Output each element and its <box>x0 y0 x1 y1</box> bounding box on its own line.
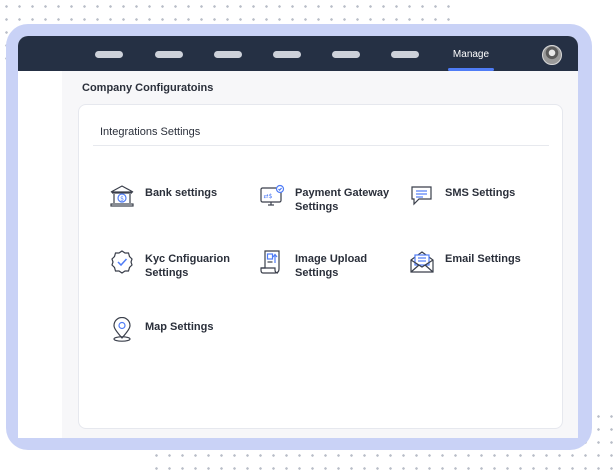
sidebar <box>18 71 62 438</box>
item-label: Email Settings <box>445 253 521 265</box>
nav-item-placeholder[interactable] <box>214 51 242 58</box>
page-title: Company Configuratoins <box>82 82 214 94</box>
active-nav-indicator <box>448 68 494 71</box>
kyc-badge-icon <box>109 249 135 275</box>
svg-text:$: $ <box>120 195 124 202</box>
sms-icon <box>409 183 435 209</box>
item-label: Image Upload Settings <box>295 253 368 279</box>
item-label: Map Settings <box>145 321 214 333</box>
nav-item-placeholder[interactable] <box>273 51 301 58</box>
app-window: Manage Company Configuratoins Integratio… <box>18 36 578 438</box>
nav-item-placeholder[interactable] <box>95 51 123 58</box>
svg-text:⇄$: ⇄$ <box>264 193 273 200</box>
nav-item-placeholder[interactable] <box>391 51 419 58</box>
item-label: Bank settings <box>145 187 218 199</box>
email-icon <box>409 249 435 275</box>
avatar[interactable] <box>542 45 562 65</box>
map-pin-icon <box>109 317 135 343</box>
nav-item-manage[interactable]: Manage <box>448 36 494 71</box>
payment-gateway-icon: ⇄$ <box>259 183 285 209</box>
divider <box>93 145 549 146</box>
item-label: Payment Gateway Settings <box>295 187 390 213</box>
image-upload-icon <box>259 249 285 275</box>
nav-item-placeholder[interactable] <box>155 51 183 58</box>
item-label: Kyc Cnfiguarion Settings <box>145 253 230 279</box>
nav-item-placeholder[interactable] <box>332 51 360 58</box>
card-title: Integrations Settings <box>100 126 201 138</box>
top-navbar: Manage <box>18 36 578 71</box>
bank-icon: $ <box>109 183 135 209</box>
integrations-card: Integrations Settings $ Bank settings ⇄$… <box>78 104 563 429</box>
item-label: SMS Settings <box>445 187 516 199</box>
